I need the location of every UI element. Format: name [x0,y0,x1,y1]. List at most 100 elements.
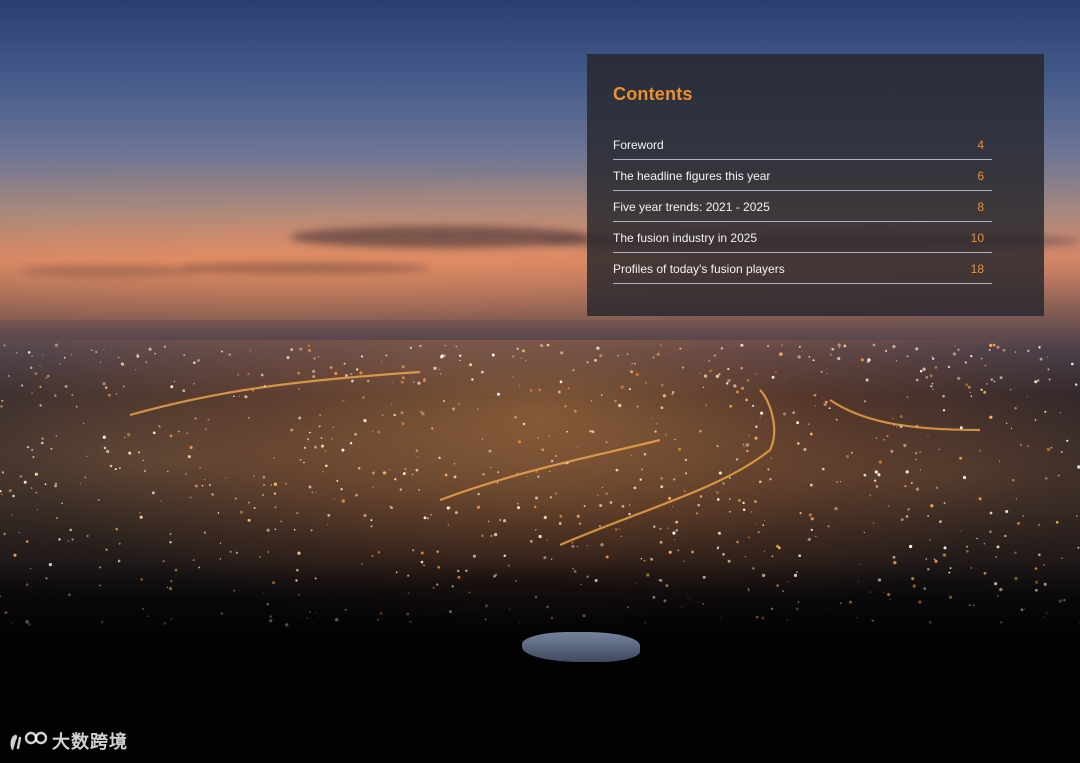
city-light [105,548,108,551]
toc-item-fusion-industry[interactable]: The fusion industry in 2025 10 [613,222,992,253]
city-light [943,546,947,550]
city-light [297,551,301,555]
city-light [201,484,204,487]
city-light [591,430,595,434]
city-light [481,370,484,374]
city-light [340,488,343,491]
city-light [1074,383,1078,386]
city-light [538,388,542,392]
city-light [677,549,680,552]
city-light [628,512,631,516]
city-light [771,555,774,558]
city-light [631,362,633,364]
city-light [420,410,423,413]
city-light [102,382,106,386]
city-light [908,544,913,549]
city-light [628,388,631,391]
city-light [763,550,766,552]
city-light [514,415,517,419]
city-light [964,361,967,364]
city-light [1047,368,1050,371]
city-light [954,345,956,347]
city-light [477,492,480,496]
toc-item-five-year-trends[interactable]: Five year trends: 2021 - 2025 8 [613,191,992,222]
city-light [628,504,631,506]
city-light [597,494,599,496]
city-light [915,347,919,351]
city-light [313,357,316,360]
city-light [651,417,653,419]
city-light [194,484,198,488]
city-light [102,435,106,439]
city-light [29,366,33,370]
city-light [351,379,354,383]
city-light [380,360,383,363]
city-light [312,375,316,378]
city-light [314,445,317,449]
city-light [390,506,393,509]
city-light [389,469,391,471]
city-light [341,499,345,503]
city-light [927,435,929,437]
toc-item-headline-figures[interactable]: The headline figures this year 6 [613,160,992,191]
city-light [684,458,688,462]
city-light [391,381,393,383]
city-light [863,473,867,477]
city-light [446,506,450,510]
city-light [548,435,551,437]
city-light [329,366,333,369]
city-light [267,551,270,553]
city-light [626,353,629,356]
city-light [661,384,664,387]
city-light [362,396,365,399]
city-light [672,506,674,508]
city-light [472,554,476,558]
city-light [589,429,592,433]
city-light [273,456,275,459]
city-light [722,552,725,556]
city-light [729,404,733,408]
city-light [807,537,811,542]
city-light [716,445,719,448]
toc-item-profiles[interactable]: Profiles of today's fusion players 18 [613,253,992,284]
city-light [143,469,147,473]
city-light [615,468,619,472]
city-light [170,385,174,389]
city-light [620,385,624,389]
city-light [185,473,187,475]
city-light [345,374,348,377]
city-light [27,351,31,354]
city-light [722,482,725,485]
city-light [286,356,290,360]
cover-page: Contents Foreword 4 The headline figures… [0,0,1080,763]
city-light [835,418,838,421]
city-light [915,378,919,382]
city-light [487,520,490,523]
city-light [1034,419,1037,421]
city-light [735,390,740,394]
city-light [315,491,317,493]
city-light [177,430,180,433]
city-light [415,449,419,452]
city-light [863,531,865,534]
city-light [605,441,608,444]
city-light [557,390,561,394]
city-light [990,378,994,381]
toc-item-foreword[interactable]: Foreword 4 [613,129,992,160]
city-light [114,468,117,471]
city-light [324,464,328,468]
city-light [327,513,331,517]
city-light [436,550,439,553]
city-light [438,368,440,371]
city-light [25,540,29,543]
city-light [40,441,44,445]
city-light [969,391,971,393]
city-light [1075,515,1078,517]
city-light [86,534,89,538]
city-light [363,513,367,518]
city-light [583,505,586,508]
city-light [516,502,519,505]
city-light [753,500,757,504]
city-light [412,549,415,552]
city-light [124,436,126,438]
